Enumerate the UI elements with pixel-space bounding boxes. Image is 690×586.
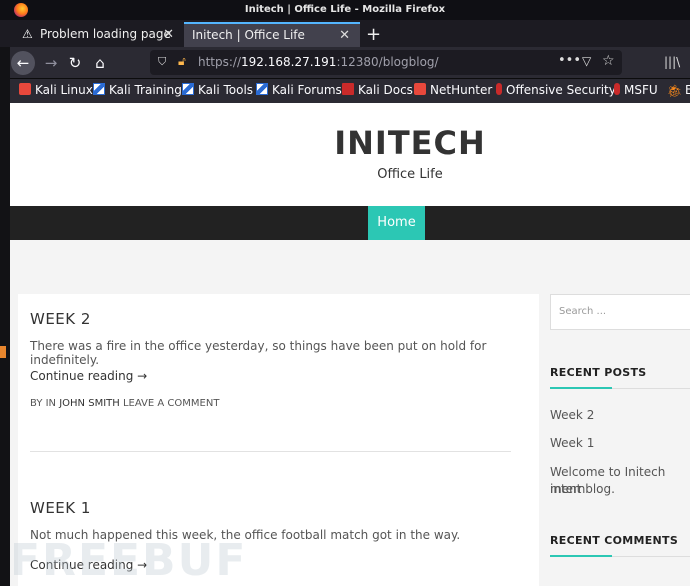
- menu-item-home[interactable]: Home: [368, 206, 425, 240]
- bookmark-star-icon[interactable]: ☆: [602, 53, 615, 69]
- leave-comment-link[interactable]: LEAVE A COMMENT: [123, 398, 219, 409]
- window-titlebar: Initech | Office Life - Mozilla Firefox: [0, 0, 690, 20]
- main-menu: Home: [10, 206, 690, 240]
- msfu-icon: [614, 83, 620, 95]
- navigation-toolbar: ← → ↻ ⌂ ⛉ 🔓︎ https://192.168.27.191:1238…: [0, 47, 690, 79]
- url-bar[interactable]: ⛉ 🔓︎ https://192.168.27.191:12380/blogbl…: [150, 50, 622, 75]
- recent-post-link[interactable]: Week 1: [550, 435, 690, 452]
- widget-accent-underline: [550, 555, 612, 557]
- tab-strip: ⚠ Problem loading page ✕ Initech | Office…: [0, 20, 690, 47]
- insecure-lock-icon[interactable]: 🔓︎: [178, 54, 186, 69]
- freebuf-watermark: FREEBUF: [10, 535, 248, 586]
- url-text[interactable]: https://192.168.27.191:12380/blogblog/: [198, 55, 439, 69]
- pocket-icon[interactable]: ▽: [582, 54, 591, 68]
- reload-button[interactable]: ↻: [63, 51, 87, 75]
- tab-label: Problem loading page: [40, 27, 171, 41]
- close-tab-icon[interactable]: ✕: [339, 24, 350, 47]
- kali-docs-icon: [342, 83, 354, 95]
- recent-posts-title: RECENT POSTS: [550, 366, 647, 379]
- tab-problem-loading[interactable]: ⚠ Problem loading page ✕: [10, 22, 184, 47]
- back-button[interactable]: ←: [11, 51, 35, 75]
- offsec-icon: [496, 83, 502, 95]
- web-page: INITECH Office Life Home WEEK 2 There wa…: [10, 103, 690, 586]
- bookmark-kali-tools[interactable]: Kali Tools: [182, 83, 253, 97]
- close-tab-icon[interactable]: ✕: [163, 22, 174, 47]
- recent-post-link-continued[interactable]: ment blog.: [550, 481, 690, 498]
- background-terminal-strip: [0, 47, 10, 586]
- new-tab-button[interactable]: +: [366, 22, 381, 47]
- kali-training-icon: [93, 83, 105, 95]
- exploit-icon: 🐞︎: [667, 84, 683, 98]
- tab-initech[interactable]: Initech | Office Life ✕: [184, 22, 360, 47]
- home-button[interactable]: ⌂: [88, 51, 112, 75]
- widget-accent-underline: [550, 387, 612, 389]
- post-title-week-2[interactable]: WEEK 2: [30, 310, 91, 328]
- tracking-shield-icon[interactable]: ⛉: [158, 55, 166, 69]
- bookmark-kali-forums[interactable]: Kali Forums: [256, 83, 342, 97]
- post-meta: BY IN JOHN SMITH LEAVE A COMMENT: [30, 398, 220, 409]
- bookmark-offensive-security[interactable]: Offensive Security: [496, 83, 616, 97]
- continue-reading-link[interactable]: Continue reading →: [30, 369, 147, 383]
- search-input[interactable]: Search ...: [550, 294, 690, 330]
- widget-rule: [612, 556, 690, 557]
- author-link[interactable]: JOHN SMITH: [59, 398, 120, 409]
- bookmark-msfu[interactable]: MSFU: [614, 83, 658, 97]
- bookmark-nethunter[interactable]: NetHunter: [414, 83, 492, 97]
- site-header: INITECH Office Life: [10, 103, 690, 206]
- recent-post-link[interactable]: Week 2: [550, 407, 690, 424]
- widget-rule: [612, 388, 690, 389]
- kali-forums-icon: [256, 83, 268, 95]
- sidebar: Search ... RECENT POSTS Week 2 Week 1 We…: [550, 294, 690, 586]
- forward-button[interactable]: →: [39, 51, 63, 75]
- site-title[interactable]: INITECH: [10, 124, 690, 162]
- bookmark-exploit-db[interactable]: 🐞︎ E: [667, 83, 690, 98]
- bookmark-kali-linux[interactable]: Kali Linux: [19, 83, 93, 97]
- window-title: Initech | Office Life - Mozilla Firefox: [244, 4, 446, 15]
- kali-tools-icon: [182, 83, 194, 95]
- post-divider: [30, 451, 511, 452]
- bookmarks-toolbar: Kali Linux Kali Training Kali Tools Kali…: [0, 79, 690, 103]
- bookmark-kali-training[interactable]: Kali Training: [93, 83, 182, 97]
- warning-icon: ⚠: [22, 27, 33, 41]
- nethunter-icon: [414, 83, 426, 95]
- post-excerpt: There was a fire in the office yesterday…: [30, 339, 487, 367]
- bookmark-kali-docs[interactable]: Kali Docs: [342, 83, 413, 97]
- site-description: Office Life: [377, 167, 443, 182]
- tab-label: Initech | Office Life: [192, 28, 305, 42]
- recent-comments-title: RECENT COMMENTS: [550, 534, 679, 547]
- kali-icon: [19, 83, 31, 95]
- page-actions-icon[interactable]: •••: [558, 53, 581, 68]
- terminal-orange-marker: [0, 346, 6, 358]
- post-title-week-1[interactable]: WEEK 1: [30, 499, 91, 517]
- library-icon[interactable]: |||\: [664, 55, 680, 69]
